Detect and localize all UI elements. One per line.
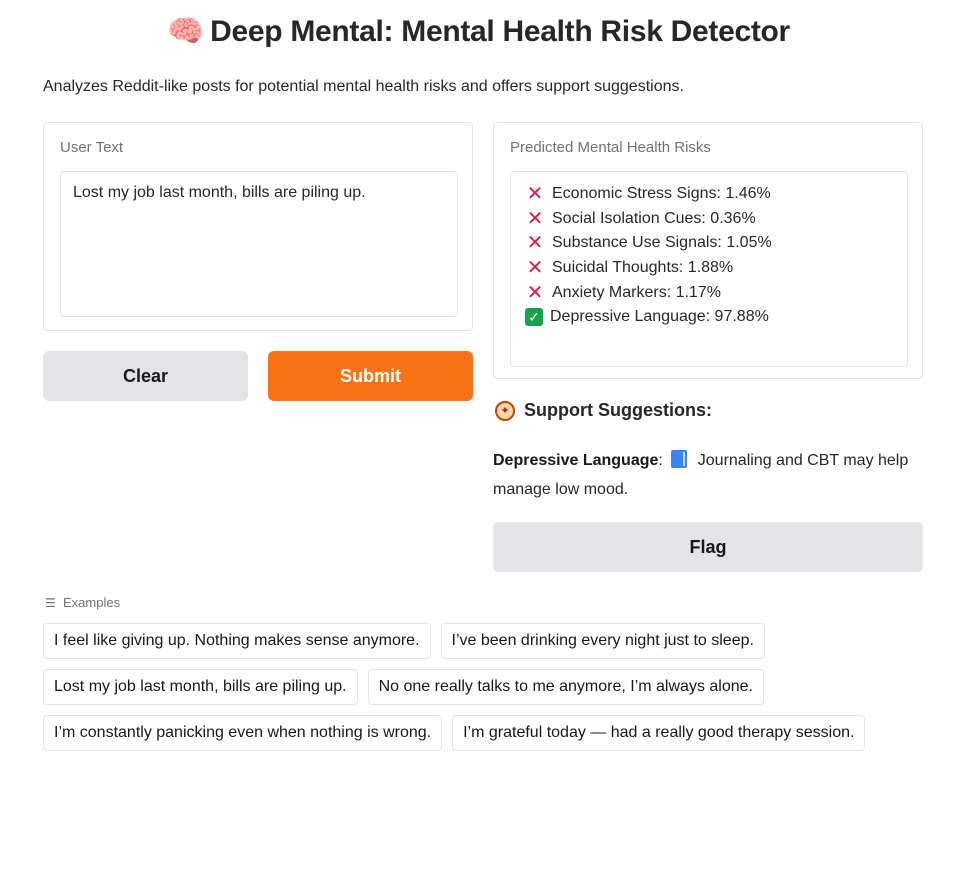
list-icon: ☰ (45, 595, 56, 610)
risk-item: ✕ Anxiety Markers: 1.17% (525, 280, 893, 305)
risk-text: Social Isolation Cues: 0.36% (552, 209, 756, 227)
risk-item: ✕ Suicidal Thoughts: 1.88% (525, 256, 893, 281)
predicted-risks-panel: Predicted Mental Health Risks ✕ Economic… (493, 122, 923, 379)
example-item[interactable]: I’ve been drinking every night just to s… (440, 623, 765, 659)
risk-text: Substance Use Signals: 1.05% (552, 234, 772, 252)
cross-mark-icon: ✕ (526, 257, 544, 280)
examples-label: Examples (63, 595, 121, 610)
predicted-risks-label: Predicted Mental Health Risks (510, 139, 711, 156)
book-icon (671, 450, 688, 468)
user-text-input[interactable]: Lost my job last month, bills are piling… (60, 171, 458, 317)
user-text-label: User Text (60, 139, 124, 156)
compass-icon: ✦ (495, 400, 515, 421)
example-item[interactable]: I feel like giving up. Nothing makes sen… (43, 623, 431, 659)
risk-text: Suicidal Thoughts: 1.88% (552, 259, 734, 277)
title-text: Deep Mental: Mental Health Risk Detector (210, 15, 790, 48)
example-item[interactable]: I’m grateful today — had a really good t… (452, 715, 866, 751)
cross-mark-icon: ✕ (526, 232, 544, 255)
support-heading: ✦ Support Suggestions: (495, 400, 712, 421)
examples-header: ☰ Examples (45, 595, 120, 610)
example-item[interactable]: Lost my job last month, bills are piling… (43, 669, 358, 705)
risk-item: ✓ Depressive Language: 97.88% (525, 305, 893, 330)
examples-list: I feel like giving up. Nothing makes sen… (43, 623, 923, 751)
risk-text: Anxiety Markers: 1.17% (552, 283, 721, 301)
page-title: 🧠 Deep Mental: Mental Health Risk Detecto… (0, 14, 957, 49)
cross-mark-icon: ✕ (526, 281, 544, 304)
risks-output-box: ✕ Economic Stress Signs: 1.46% ✕ Social … (510, 171, 908, 367)
risk-item: ✕ Substance Use Signals: 1.05% (525, 231, 893, 256)
risk-text: Depressive Language: 97.88% (550, 308, 769, 326)
app-description: Analyzes Reddit-like posts for potential… (43, 78, 684, 95)
cross-mark-icon: ✕ (526, 207, 544, 230)
brain-icon: 🧠 (167, 15, 205, 48)
check-mark-icon: ✓ (525, 308, 543, 327)
support-suggestion: Depressive Language: Journaling and CBT … (493, 446, 923, 504)
risk-item: ✕ Economic Stress Signs: 1.46% (525, 182, 893, 207)
support-heading-text: Support Suggestions: (524, 400, 712, 420)
submit-button[interactable]: Submit (268, 351, 473, 401)
support-separator: : (658, 452, 663, 469)
risk-item: ✕ Social Isolation Cues: 0.36% (525, 207, 893, 232)
cross-mark-icon: ✕ (526, 183, 544, 206)
example-item[interactable]: I’m constantly panicking even when nothi… (43, 715, 443, 751)
user-text-panel: User Text Lost my job last month, bills … (43, 122, 473, 331)
example-item[interactable]: No one really talks to me anymore, I’m a… (367, 669, 764, 705)
flag-button[interactable]: Flag (493, 522, 923, 572)
support-category: Depressive Language (493, 452, 659, 469)
clear-button[interactable]: Clear (43, 351, 248, 401)
risk-text: Economic Stress Signs: 1.46% (552, 185, 771, 203)
